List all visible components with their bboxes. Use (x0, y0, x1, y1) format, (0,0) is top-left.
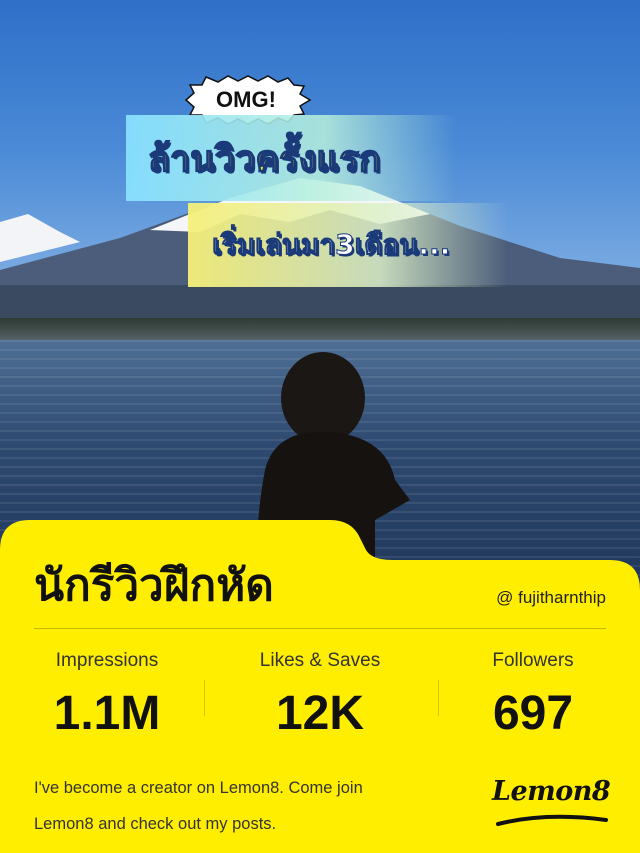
stat-separator (438, 680, 439, 716)
stat-label: Likes & Saves (259, 650, 381, 671)
stats-row: Impressions 1.1M Likes & Saves 12K Follo… (0, 650, 640, 760)
photo-background (0, 0, 640, 600)
headline-1-text: ล้านวิวครั้งแรก (147, 138, 381, 181)
footer-message: I've become a creator on Lemon8. Come jo… (34, 770, 434, 842)
headline-banner-2: เริ่มเล่นมา3เดือน... (188, 203, 508, 287)
profile-handle[interactable]: @ fujitharnthip (496, 588, 606, 608)
stat-value: 697 (492, 687, 574, 740)
stat-label: Impressions (55, 650, 159, 671)
lemon8-logo[interactable]: Lemon8 (492, 776, 611, 832)
stat-value: 12K (275, 687, 365, 740)
stat-separator (204, 680, 205, 716)
headline-banner-1: ล้านวิวครั้งแรก (126, 115, 456, 201)
footer-line-2: Lemon8 and check out my posts. (34, 815, 277, 833)
stat-value: 1.1M (53, 687, 161, 740)
logo-text: Lemon8 (492, 776, 611, 807)
stat-label: Followers (492, 650, 574, 671)
stat-impressions: Impressions 1.1M (12, 650, 202, 741)
profile-card: นักรีวิวฝึกหัด @ fujitharnthip Impressio… (0, 520, 640, 853)
stat-followers: Followers 697 (438, 650, 628, 741)
divider (34, 628, 606, 629)
logo-swoosh-icon (496, 814, 608, 826)
footer-line-1: I've become a creator on Lemon8. Come jo… (34, 779, 363, 797)
profile-name: นักรีวิวฝึกหัด (34, 560, 274, 611)
headline-2-text: เริ่มเล่นมา3เดือน... (211, 228, 451, 262)
stat-likes-saves: Likes & Saves 12K (225, 650, 415, 741)
